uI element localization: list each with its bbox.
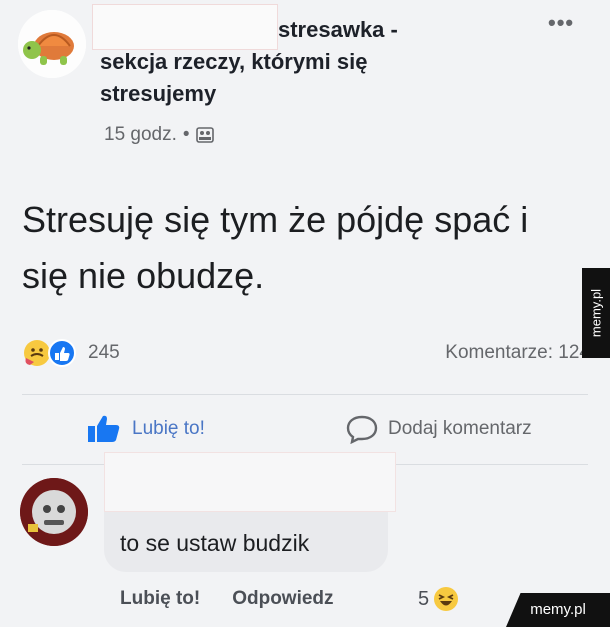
thumbs-up-icon (88, 415, 120, 442)
turtle-icon (18, 10, 86, 78)
side-watermark: memy.pl (582, 268, 610, 358)
reactions-summary[interactable]: 245 (22, 338, 120, 368)
group-name-line1: stresawka - (278, 17, 398, 42)
post-time[interactable]: 15 godz. (104, 124, 177, 146)
separator-dot: • (182, 124, 190, 145)
divider (22, 394, 588, 395)
corner-watermark: memy.pl (506, 593, 610, 627)
reaction-count: 245 (88, 342, 120, 363)
group-avatar[interactable] (18, 10, 86, 78)
haha-emoji-icon (434, 587, 459, 611)
post-meta: 15 godz. • (104, 124, 214, 146)
comment-button[interactable]: Dodaj komentarz (346, 414, 532, 444)
side-watermark-text: memy.pl (588, 288, 604, 338)
comment-reaction-count: 5 (418, 587, 430, 610)
more-options-icon[interactable]: ••• (548, 10, 574, 36)
like-button[interactable]: Lubię to! (86, 414, 205, 444)
comments-count[interactable]: Komentarze: 124 (445, 342, 590, 364)
like-label: Lubię to! (132, 418, 205, 439)
comment-text: to se ustaw budzik (120, 530, 310, 556)
comment-reply-button[interactable]: Odpowiedz (232, 588, 333, 610)
commenter-avatar-image (20, 478, 88, 546)
comment-reactions[interactable]: 5 (418, 586, 459, 612)
reaction-icons (24, 339, 76, 367)
group-name-rest: sekcja rzeczy, którymi się stresujemy (100, 49, 368, 106)
group-audience-icon (195, 127, 214, 143)
comment-like-button[interactable]: Lubię to! (120, 588, 200, 610)
comment-actions: Lubię to! Odpowiedz (120, 588, 334, 610)
redacted-commenter-name (104, 452, 396, 512)
group-name[interactable]: stresawka - sekcja rzeczy, którymi się s… (100, 14, 480, 110)
comment-bubble-icon (346, 415, 378, 444)
post-text: Stresuję się tym że pójdę spać i się nie… (22, 199, 529, 296)
commenter-avatar[interactable] (20, 478, 88, 546)
comment-label: Dodaj komentarz (388, 418, 532, 439)
